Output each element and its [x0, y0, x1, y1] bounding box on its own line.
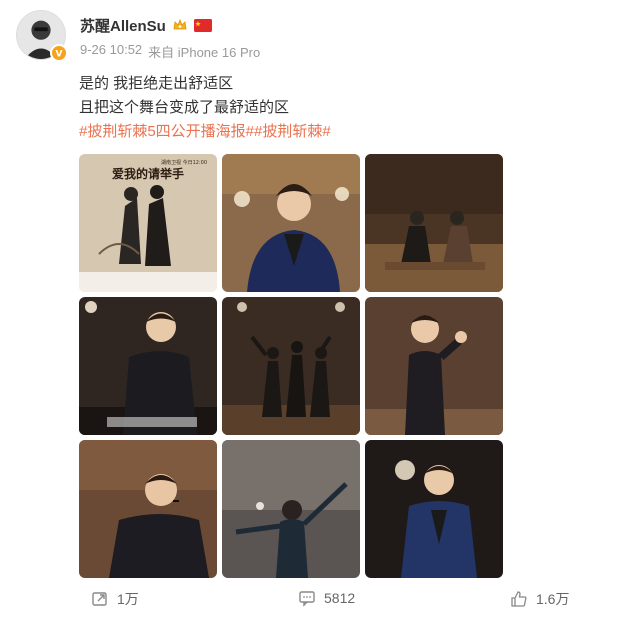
- photo-duo-seated: [365, 154, 503, 292]
- photo-arms-outstretched: [222, 440, 360, 578]
- crown-icon[interactable]: [172, 17, 188, 33]
- photo-stage-closeup: [222, 154, 360, 292]
- photo-thumbnail[interactable]: [365, 154, 503, 292]
- name-row: 苏醒AllenSu: [80, 14, 212, 36]
- photo-poster: 爱我的请举手 湖南卫视 今日12:00: [79, 154, 217, 292]
- hashtag-links[interactable]: #披荆斩棘5四公开播海报##披荆斩棘#: [79, 120, 331, 144]
- china-flag-icon: [193, 18, 212, 32]
- photo-thumbnail[interactable]: 爱我的请举手 湖南卫视 今日12:00: [79, 154, 217, 292]
- poster-small-text: 湖南卫视 今日12:00: [161, 159, 207, 166]
- photo-thumbnail[interactable]: [222, 297, 360, 435]
- photo-thumbnail[interactable]: [222, 154, 360, 292]
- comment-button[interactable]: 5812: [298, 589, 355, 607]
- thumbs-up-icon: [511, 591, 527, 607]
- post-text-line: 且把这个舞台变成了最舒适的区: [79, 99, 290, 116]
- photo-hand-raised: [365, 297, 503, 435]
- poster-title: 爱我的请举手: [112, 166, 184, 181]
- verified-badge-icon: V: [50, 44, 68, 62]
- post-timestamp[interactable]: 9-26 10:52: [80, 42, 142, 61]
- repost-count: 1万: [117, 591, 139, 607]
- photo-with-mic: [79, 440, 217, 578]
- post-meta: 9-26 10:52 来自 iPhone 16 Pro: [80, 42, 260, 61]
- svg-text:V: V: [56, 50, 63, 59]
- photo-thumbnail[interactable]: [365, 440, 503, 578]
- repost-button[interactable]: 1万: [91, 589, 139, 609]
- photo-seated-portrait: [79, 297, 217, 435]
- photo-blue-robe: [365, 440, 503, 578]
- like-count: 1.6万: [536, 591, 570, 607]
- avatar-container[interactable]: V: [16, 10, 68, 62]
- repost-icon: [92, 592, 107, 606]
- post-text-line: 是的 我拒绝走出舒适区: [79, 75, 234, 92]
- post-body: 是的 我拒绝走出舒适区 且把这个舞台变成了最舒适的区 #披荆斩棘5四公开播海报#…: [79, 72, 331, 144]
- photo-thumbnail[interactable]: [365, 297, 503, 435]
- comment-icon: [299, 591, 315, 607]
- post-source: 来自 iPhone 16 Pro: [148, 45, 261, 60]
- action-bar: 1万 5812 1.6万: [0, 585, 640, 613]
- photo-group-dance: [222, 297, 360, 435]
- photo-thumbnail[interactable]: [222, 440, 360, 578]
- comment-count: 5812: [324, 590, 356, 606]
- like-button[interactable]: 1.6万: [510, 589, 569, 609]
- photo-grid: 爱我的请举手 湖南卫视 今日12:00: [79, 154, 503, 578]
- username[interactable]: 苏醒AllenSu: [80, 15, 166, 36]
- photo-thumbnail[interactable]: [79, 297, 217, 435]
- photo-thumbnail[interactable]: [79, 440, 217, 578]
